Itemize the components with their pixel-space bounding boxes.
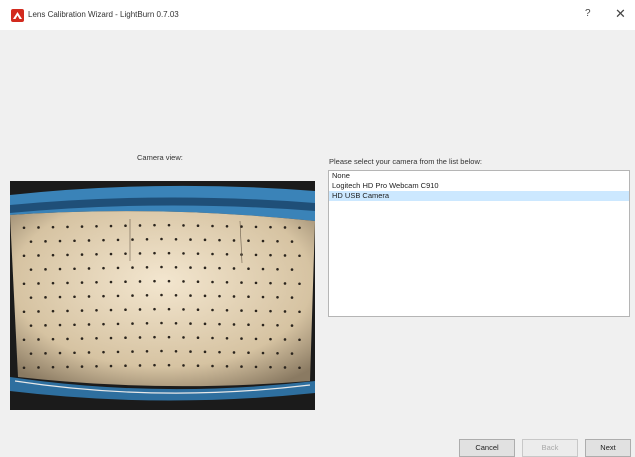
lightburn-app-icon	[11, 9, 24, 22]
camera-select-label: Please select your camera from the list …	[329, 157, 482, 166]
camera-list[interactable]: None Logitech HD Pro Webcam C910 HD USB …	[328, 170, 630, 317]
next-button[interactable]: Next	[585, 439, 631, 457]
title-bar: Lens Calibration Wizard - LightBurn 0.7.…	[0, 0, 635, 30]
camera-view-label: Camera view:	[137, 153, 183, 162]
camera-preview	[10, 181, 315, 410]
help-button[interactable]: ?	[585, 8, 591, 19]
window-title: Lens Calibration Wizard - LightBurn 0.7.…	[28, 10, 179, 19]
camera-list-item-none[interactable]: None	[329, 171, 629, 181]
camera-list-item-hd-usb[interactable]: HD USB Camera	[329, 191, 629, 201]
camera-list-item-logitech[interactable]: Logitech HD Pro Webcam C910	[329, 181, 629, 191]
cancel-button[interactable]: Cancel	[459, 439, 515, 457]
back-button[interactable]: Back	[522, 439, 578, 457]
calibration-grid	[10, 211, 315, 387]
camera-image	[10, 181, 315, 410]
close-button[interactable]: ✕	[615, 6, 626, 22]
